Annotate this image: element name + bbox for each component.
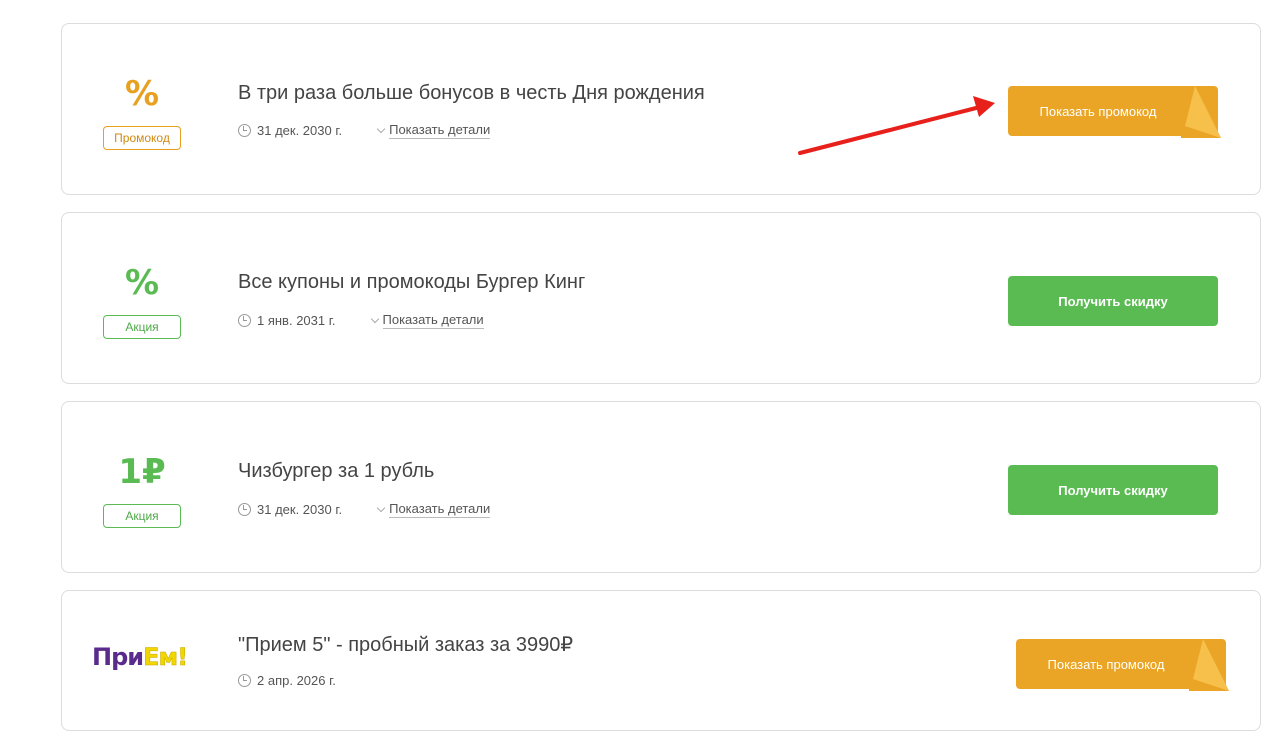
- show-promocode-button[interactable]: Показать промокод: [1008, 86, 1221, 138]
- offer-card: % Промокод В три раза больше бонусов в ч…: [61, 23, 1261, 195]
- folded-corner-icon: [1189, 639, 1229, 691]
- show-details-label: Показать детали: [382, 312, 484, 329]
- show-promocode-label: Показать промокод: [1039, 103, 1157, 119]
- clock-icon: [238, 124, 251, 137]
- offer-type-tag: Промокод: [103, 126, 181, 150]
- logo-part-2: Ем!: [143, 643, 188, 672]
- clock-icon: [238, 674, 251, 687]
- arrow-annotation-icon: [798, 96, 995, 155]
- percent-icon: %: [124, 74, 160, 114]
- percent-icon: %: [124, 263, 160, 303]
- folded-corner-icon: [1181, 86, 1221, 138]
- get-discount-button[interactable]: Получить скидку: [1008, 465, 1218, 515]
- offer-meta: 31 дек. 2030 г. Показать детали: [238, 122, 491, 139]
- clock-icon: [238, 503, 251, 516]
- offer-card: ПриЕм! "Прием 5" - пробный заказ за 3990…: [61, 590, 1261, 731]
- offer-card: 1₽ Акция Чизбургер за 1 рубль 31 дек. 20…: [61, 401, 1261, 573]
- clock-icon: [238, 314, 251, 327]
- get-discount-button[interactable]: Получить скидку: [1008, 276, 1218, 326]
- offer-expiry-date: 31 дек. 2030 г.: [257, 502, 343, 517]
- logo-part-1: При: [92, 643, 144, 671]
- offer-title: "Прием 5" - пробный заказ за 3990₽: [238, 634, 574, 656]
- offer-meta: 1 янв. 2031 г. Показать детали: [238, 312, 484, 329]
- offer-badge: % Акция: [102, 263, 182, 339]
- offer-badge: % Промокод: [102, 74, 182, 150]
- show-details-label: Показать детали: [389, 122, 491, 139]
- offer-badge: 1₽ Акция: [102, 452, 182, 528]
- show-details-link[interactable]: Показать детали: [376, 122, 491, 139]
- chevron-down-icon: [370, 314, 379, 323]
- chevron-down-icon: [376, 503, 386, 512]
- show-details-link[interactable]: Показать детали: [376, 501, 491, 518]
- offer-meta: 2 апр. 2026 г.: [238, 673, 336, 688]
- show-details-label: Показать детали: [389, 501, 491, 518]
- offers-page: % Промокод В три раза больше бонусов в ч…: [0, 0, 1277, 743]
- offer-card: % Акция Все купоны и промокоды Бургер Ки…: [61, 212, 1261, 384]
- offer-title: Все купоны и промокоды Бургер Кинг: [238, 271, 586, 293]
- ruble-value-icon: 1₽: [118, 452, 166, 492]
- chevron-down-icon: [376, 124, 386, 133]
- offer-expiry-date: 2 апр. 2026 г.: [257, 673, 336, 688]
- offer-expiry-date: 31 дек. 2030 г.: [257, 123, 343, 138]
- offer-title: В три раза больше бонусов в честь Дня ро…: [238, 82, 705, 104]
- offer-title: Чизбургер за 1 рубль: [238, 460, 435, 482]
- offer-type-tag: Акция: [103, 315, 181, 339]
- priem-logo: ПриЕм!: [92, 643, 188, 672]
- show-details-link[interactable]: Показать детали: [370, 312, 484, 329]
- show-promocode-label: Показать промокод: [1047, 656, 1165, 672]
- offer-meta: 31 дек. 2030 г. Показать детали: [238, 501, 491, 518]
- show-promocode-button[interactable]: Показать промокод: [1016, 639, 1229, 691]
- offer-expiry-date: 1 янв. 2031 г.: [257, 313, 336, 328]
- offer-type-tag: Акция: [103, 504, 181, 528]
